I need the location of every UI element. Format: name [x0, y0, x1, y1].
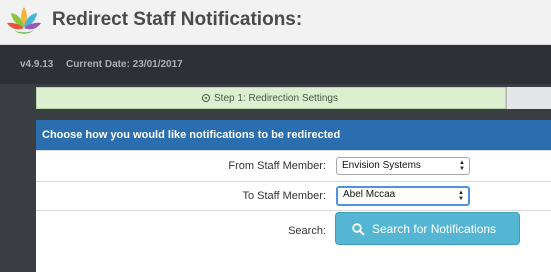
to-staff-value: Abel Mccaa [343, 189, 396, 200]
to-staff-select[interactable]: Abel Mccaa ▲ ▼ [336, 186, 470, 206]
circle-dot-icon [202, 94, 210, 102]
to-staff-label: To Staff Member: [242, 190, 326, 202]
page-title: Redirect Staff Notifications: [52, 9, 303, 30]
step-1-redirection-settings[interactable]: Step 1: Redirection Settings [36, 87, 506, 109]
to-staff-row: To Staff Member: Abel Mccaa ▲ ▼ [36, 181, 551, 211]
step-2-placeholder [506, 87, 551, 109]
info-bar: v4.9.13 Current Date: 23/01/2017 [0, 45, 551, 84]
from-staff-label: From Staff Member: [228, 160, 326, 172]
redirect-panel: Choose how you would like notifications … [36, 120, 551, 272]
search-button-label: Search for Notifications [372, 222, 497, 236]
panel-header: Choose how you would like notifications … [36, 120, 551, 150]
magnifier-icon [352, 223, 365, 236]
from-staff-value: Envision Systems [342, 160, 421, 171]
version-label: v4.9.13 [20, 59, 54, 70]
step-1-label: Step 1: Redirection Settings [214, 93, 338, 104]
current-date-label: Current Date: 23/01/2017 [66, 59, 183, 70]
up-down-chevron-icon: ▲ ▼ [459, 160, 465, 172]
from-staff-row: From Staff Member: Envision Systems ▲ ▼ [36, 150, 551, 182]
search-notifications-button[interactable]: Search for Notifications [335, 212, 520, 245]
search-label: Search: [288, 225, 326, 237]
up-down-chevron-icon: ▲ ▼ [458, 190, 464, 202]
app-header: Redirect Staff Notifications: [0, 0, 551, 45]
step-progress-bar: Step 1: Redirection Settings [36, 87, 551, 109]
lotus-logo-icon [7, 7, 41, 34]
from-staff-select[interactable]: Envision Systems ▲ ▼ [336, 157, 470, 175]
panel-title: Choose how you would like notifications … [42, 129, 341, 141]
